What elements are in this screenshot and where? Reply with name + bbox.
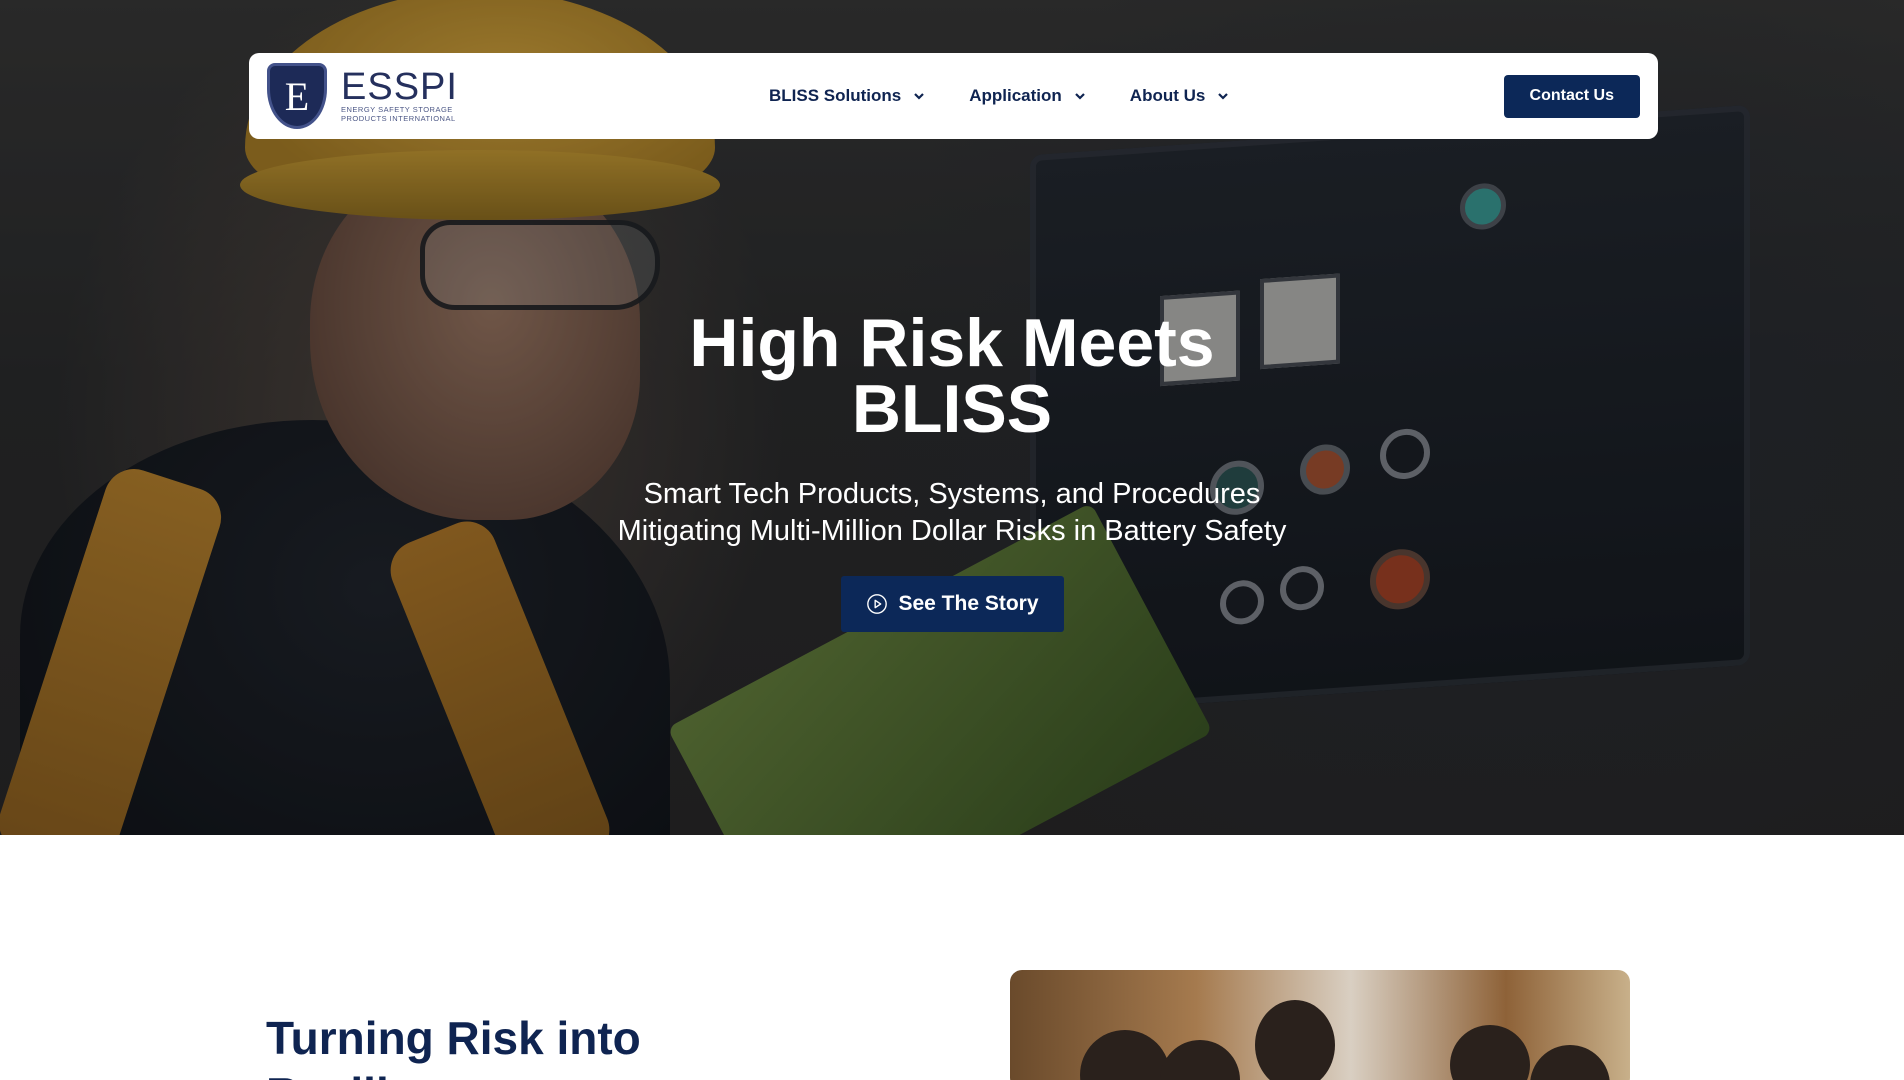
logo-wordmark: ESSPI ENERGY SAFETY STORAGE PRODUCTS INT… <box>341 66 458 123</box>
hero-title-line: BLISS <box>851 371 1053 447</box>
hero-subtitle: Smart Tech Products, Systems, and Proced… <box>452 476 1452 550</box>
hero-content: High Risk Meets BLISS Smart Tech Product… <box>452 305 1452 550</box>
nav-item-application[interactable]: Application <box>969 86 1086 106</box>
section-title-line: Turning Risk into <box>266 1012 641 1064</box>
shield-logo-icon: E <box>267 63 327 129</box>
person-head <box>1450 1025 1530 1080</box>
hero-subtitle-line: Mitigating Multi-Million Dollar Risks in… <box>617 515 1287 547</box>
hero-title: High Risk Meets BLISS <box>452 305 1452 447</box>
nav-item-label: Application <box>969 86 1062 105</box>
nav-item-label: BLISS Solutions <box>769 86 902 105</box>
person-head <box>1160 1040 1240 1080</box>
person-head <box>1080 1030 1170 1080</box>
person-head <box>1530 1045 1610 1080</box>
logo-tagline: ENERGY SAFETY STORAGE <box>341 105 453 114</box>
person-head <box>1255 1000 1335 1080</box>
play-circle-icon <box>867 594 888 614</box>
chevron-down-icon <box>914 93 925 100</box>
see-the-story-label: See The Story <box>898 592 1039 615</box>
section-title: Turning Risk into Resilience <box>266 1010 641 1080</box>
hero-title-line: High Risk Meets <box>689 305 1215 381</box>
logo-letter: E <box>284 73 310 119</box>
chevron-down-icon <box>1218 93 1229 100</box>
chevron-down-icon <box>1075 93 1085 100</box>
nav-item-label: About Us <box>1129 86 1206 105</box>
esspi-logo[interactable]: E ESSPI ENERGY SAFETY STORAGE PRODUCTS I… <box>267 63 667 129</box>
nav-menu: BLISS Solutions Application About Us <box>769 86 1229 106</box>
section-title-line: Resilience <box>266 1066 641 1080</box>
team-meeting-image <box>1010 970 1630 1080</box>
logo-tagline: PRODUCTS INTERNATIONAL <box>341 114 456 123</box>
logo-name: ESSPI <box>341 66 458 108</box>
contact-us-button[interactable]: Contact Us <box>1503 74 1640 118</box>
hero-subtitle-line: Smart Tech Products, Systems, and Proced… <box>643 478 1261 510</box>
see-the-story-button[interactable]: See The Story <box>841 576 1064 632</box>
top-navbar: E ESSPI ENERGY SAFETY STORAGE PRODUCTS I… <box>249 53 1658 139</box>
nav-item-about-us[interactable]: About Us <box>1130 86 1230 106</box>
nav-item-bliss-solutions[interactable]: BLISS Solutions <box>769 86 925 106</box>
